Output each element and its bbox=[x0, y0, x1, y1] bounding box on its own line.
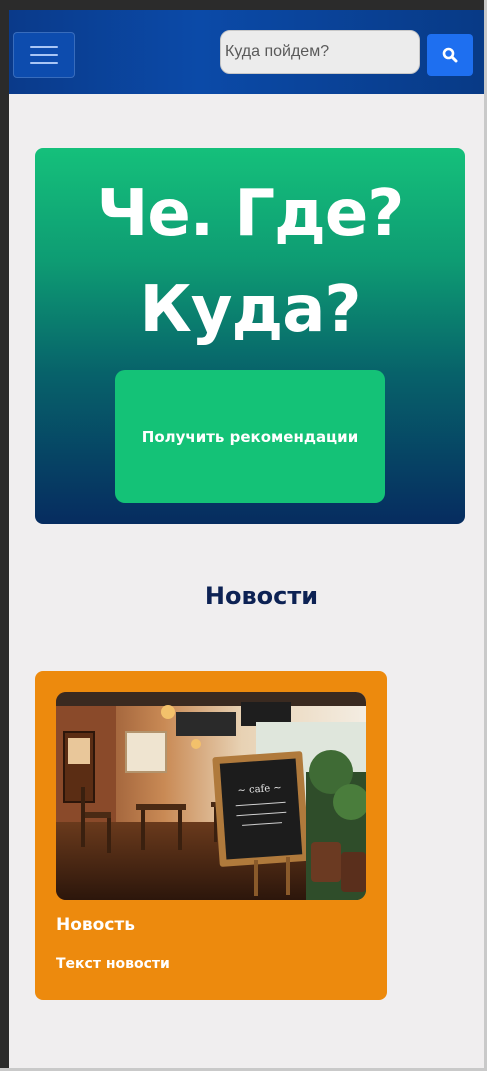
news-title: Новость bbox=[56, 915, 136, 935]
menu-toggle-button[interactable] bbox=[13, 32, 75, 78]
hero-title-line-1: Че. Где? bbox=[96, 177, 405, 251]
hero-title-line-2: Куда? bbox=[139, 273, 361, 347]
search-button[interactable] bbox=[427, 34, 473, 76]
hero-banner: Че. Где? Куда? Получить рекомендации bbox=[35, 148, 465, 524]
window-frame-left bbox=[0, 0, 9, 1071]
hamburger-icon bbox=[30, 54, 58, 56]
search-input[interactable] bbox=[220, 30, 420, 74]
top-navbar bbox=[9, 10, 484, 94]
news-section-title: Новости bbox=[204, 582, 319, 610]
search-icon bbox=[442, 47, 458, 63]
news-card[interactable]: ~ cafe ~ Новость Текст новости bbox=[35, 671, 387, 1000]
news-image: ~ cafe ~ bbox=[56, 692, 366, 900]
hamburger-icon bbox=[30, 62, 58, 64]
hero-title: Че. Где? Куда? bbox=[35, 166, 465, 358]
get-recommendations-button[interactable]: Получить рекомендации bbox=[115, 370, 385, 503]
cafe-interior-image: ~ cafe ~ bbox=[56, 692, 366, 900]
news-text: Текст новости bbox=[56, 956, 170, 972]
hamburger-icon bbox=[30, 46, 58, 48]
window-frame-top bbox=[0, 0, 487, 10]
